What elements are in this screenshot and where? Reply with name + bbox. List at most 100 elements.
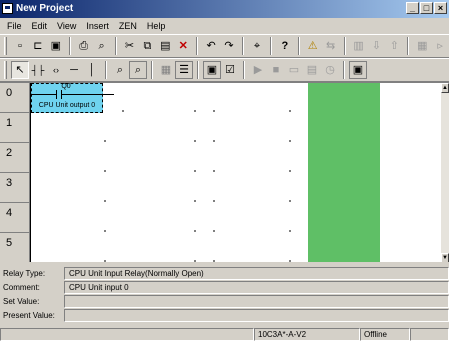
print-preview-icon[interactable]: ⌕ <box>93 37 111 55</box>
stop-icon[interactable]: ■ <box>267 61 285 79</box>
relay-type-label: Relay Type: <box>3 268 46 278</box>
status-message <box>0 328 254 341</box>
row-number[interactable]: 5 <box>0 233 30 262</box>
row-number-column: 0 1 2 3 4 5 <box>0 83 30 262</box>
app-icon <box>2 3 13 14</box>
find-icon[interactable]: ⌖ <box>248 37 266 55</box>
coil-icon[interactable]: ‹› <box>47 61 65 79</box>
toolbar-separator <box>343 37 346 55</box>
toolbar-separator <box>151 61 153 79</box>
simulation-icon[interactable]: ▣ <box>349 61 367 79</box>
scroll-up-icon[interactable]: ▲ <box>441 83 449 93</box>
contact-icon[interactable]: ┤├ <box>29 61 47 79</box>
copy-icon[interactable]: ⧉ <box>138 37 156 55</box>
toolbar-separator <box>343 61 345 79</box>
contact-address: Q0 <box>61 83 71 90</box>
window-icon[interactable]: ▭ <box>285 61 303 79</box>
comment-label: Comment: <box>3 282 40 292</box>
toolbar-grip[interactable] <box>4 61 7 79</box>
vertical-line-icon[interactable]: │ <box>83 61 101 79</box>
help-icon[interactable]: ? <box>276 37 294 55</box>
status-connection: Offline <box>360 328 410 341</box>
menu-view[interactable]: View <box>52 21 81 31</box>
menu-zen[interactable]: ZEN <box>114 21 142 31</box>
set-value-row: Set Value: <box>0 294 449 308</box>
standard-toolbar: ▫ ⊏ ▣ ⎙ ⌕ ✂ ⧉ ▤ ✕ ↶ ↷ ⌖ ? ⚠ ⇆ ▥ ⇩ ⇧ ▦ ▹ <box>0 34 449 58</box>
ladder-editor[interactable]: 0 1 2 3 4 5 Q0 CPU Unit output 0 ▲ ▼ <box>0 82 449 262</box>
row-number[interactable]: 3 <box>0 173 30 203</box>
monitor-icon[interactable]: ▦ <box>413 37 431 55</box>
run-icon[interactable]: ▹ <box>431 37 449 55</box>
present-value-field <box>64 308 449 322</box>
toolbar-separator <box>68 37 71 55</box>
vertical-scrollbar[interactable]: ▲ ▼ <box>441 83 449 262</box>
element-info-panel: Relay Type: CPU Unit Input Relay(Normall… <box>0 264 449 326</box>
set-value-field <box>64 294 449 308</box>
redo-icon[interactable]: ↷ <box>220 37 238 55</box>
select-pointer-icon[interactable]: ↖ <box>11 61 29 79</box>
horizontal-line-icon[interactable]: ─ <box>65 61 83 79</box>
toolbar-separator <box>243 61 245 79</box>
upload-icon[interactable]: ⇧ <box>385 37 403 55</box>
relay-type-value: CPU Unit Input Relay(Normally Open) <box>64 266 449 280</box>
save-icon[interactable]: ▣ <box>47 37 65 55</box>
delete-icon[interactable]: ✕ <box>174 37 192 55</box>
present-value-label: Present Value: <box>3 310 55 320</box>
output-column[interactable] <box>308 83 380 262</box>
menu-bar: File Edit View Insert ZEN Help <box>0 18 449 34</box>
menu-file[interactable]: File <box>2 21 27 31</box>
print-icon[interactable]: ⎙ <box>75 37 93 55</box>
grid-icon[interactable]: ▦ <box>157 61 175 79</box>
toolbar-separator <box>196 37 199 55</box>
relay-type-row: Relay Type: CPU Unit Input Relay(Normall… <box>0 266 449 280</box>
ladder-toolbar: ↖ ┤├ ‹› ─ │ ⌕ ⌕ ▦ ☰ ▣ ☑ ▶ ■ ▭ ▤ ◷ ▣ <box>0 58 449 82</box>
paste-icon[interactable]: ▤ <box>156 37 174 55</box>
toolbar-separator <box>197 61 199 79</box>
list-icon[interactable]: ▤ <box>303 61 321 79</box>
properties-icon[interactable]: ☰ <box>175 61 193 79</box>
window-controls: _ □ × <box>406 2 447 14</box>
status-model: 10C3A*-A-V2 <box>254 328 360 341</box>
play-icon[interactable]: ▶ <box>249 61 267 79</box>
menu-insert[interactable]: Insert <box>81 21 114 31</box>
title-bar[interactable]: New Project _ □ × <box>0 0 449 18</box>
open-folder-icon[interactable]: ⊏ <box>29 37 47 55</box>
zoom-out-icon[interactable]: ⌕ <box>129 61 147 79</box>
row-number[interactable]: 0 <box>0 83 30 113</box>
set-value-label: Set Value: <box>3 296 40 306</box>
toolbar-separator <box>114 37 117 55</box>
zoom-in-icon[interactable]: ⌕ <box>111 61 129 79</box>
scroll-down-icon[interactable]: ▼ <box>441 253 449 262</box>
close-button[interactable]: × <box>434 2 447 14</box>
toolbar-grip[interactable] <box>4 37 7 55</box>
toolbar-separator <box>297 37 300 55</box>
minimize-button[interactable]: _ <box>406 2 419 14</box>
toolbar-separator <box>241 37 244 55</box>
compare-icon[interactable]: ▥ <box>350 37 368 55</box>
io-comment-icon[interactable]: ▣ <box>203 61 221 79</box>
comment-value: CPU Unit input 0 <box>64 280 449 294</box>
comment-row: Comment: CPU Unit input 0 <box>0 280 449 294</box>
menu-help[interactable]: Help <box>142 21 171 31</box>
window-title: New Project <box>16 3 74 14</box>
undo-icon[interactable]: ↶ <box>202 37 220 55</box>
check-icon[interactable]: ☑ <box>221 61 239 79</box>
toolbar-separator <box>105 61 107 79</box>
warning-icon[interactable]: ⚠ <box>304 37 322 55</box>
row-number[interactable]: 4 <box>0 203 30 233</box>
download-icon[interactable]: ⇩ <box>368 37 386 55</box>
row-number[interactable]: 2 <box>0 143 30 173</box>
toolbar-separator <box>269 37 272 55</box>
menu-edit[interactable]: Edit <box>27 21 53 31</box>
clock-icon[interactable]: ◷ <box>321 61 339 79</box>
status-bar: 10C3A*-A-V2 Offline <box>0 328 449 341</box>
contact-comment: CPU Unit output 0 <box>38 102 96 109</box>
cut-icon[interactable]: ✂ <box>121 37 139 55</box>
new-file-icon[interactable]: ▫ <box>11 37 29 55</box>
toolbar-separator <box>407 37 410 55</box>
present-value-row: Present Value: <box>0 308 449 322</box>
row-number[interactable]: 1 <box>0 113 30 143</box>
maximize-button[interactable]: □ <box>420 2 433 14</box>
status-extra <box>410 328 449 341</box>
transfer-icon[interactable]: ⇆ <box>322 37 340 55</box>
